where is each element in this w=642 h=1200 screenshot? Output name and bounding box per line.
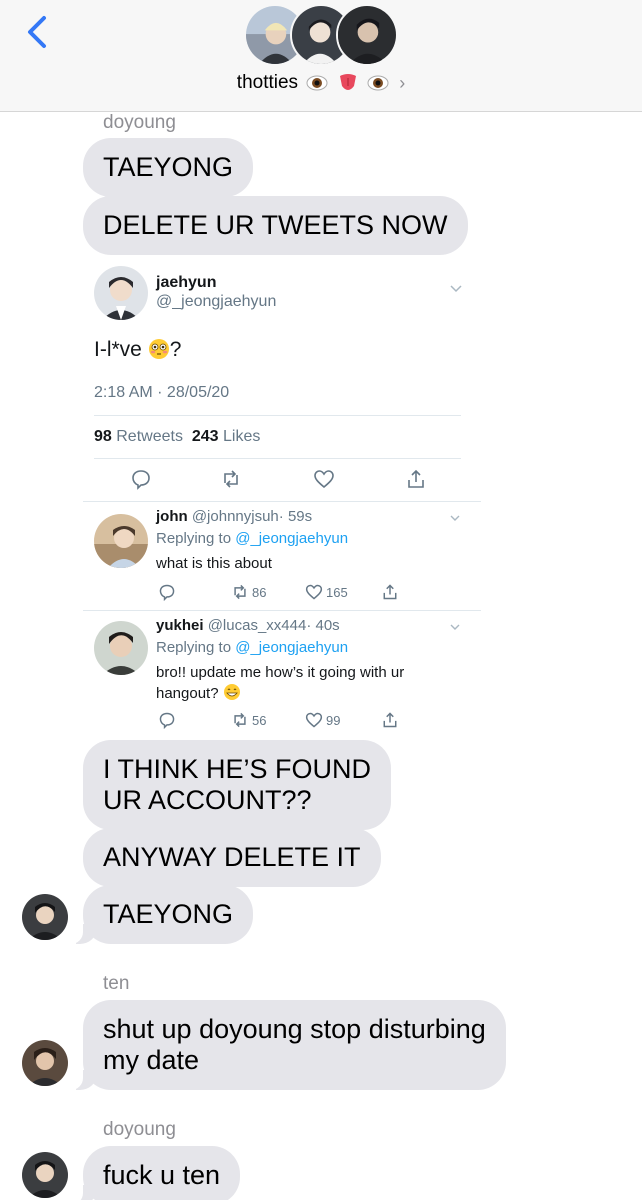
reply-avatar — [94, 514, 148, 568]
replying-to-line: Replying to @_jeongjaehyun — [156, 530, 349, 547]
retweet-icon[interactable] — [231, 711, 249, 729]
message-bubble[interactable]: TAEYONG — [83, 138, 254, 197]
flushed-face-icon — [148, 339, 169, 359]
tweet-reply: john @johnnyjsuh· 59s Replying to @_jeon… — [83, 502, 483, 610]
tweet-author-name: jaehyun — [156, 274, 217, 291]
sender-name: ten — [103, 973, 130, 994]
share-icon[interactable] — [381, 583, 399, 601]
reply-text: what is this about — [156, 555, 272, 572]
tweet-timestamp: 2:18 AM · 28/05/20 — [94, 384, 230, 401]
chevron-down-icon — [450, 624, 460, 630]
like-count: 99 — [326, 713, 341, 728]
reply-icon[interactable] — [130, 468, 152, 490]
message-bubble[interactable]: fuck u ten — [62, 1146, 241, 1200]
sender-name: doyoung — [103, 1119, 176, 1140]
sender-avatar[interactable] — [22, 1152, 68, 1198]
reply-avatar — [94, 621, 148, 675]
message-bubble[interactable]: TAEYONG — [62, 885, 254, 944]
message-bubble[interactable]: I THINK HE’S FOUND UR ACCOUNT?? — [83, 740, 392, 830]
sender-avatar[interactable] — [22, 1040, 68, 1086]
eye-icon — [367, 75, 389, 91]
tweet-author-avatar — [94, 266, 148, 320]
share-icon[interactable] — [381, 711, 399, 729]
like-heart-icon[interactable] — [305, 583, 323, 601]
share-icon[interactable] — [405, 468, 427, 490]
reply-icon[interactable] — [158, 583, 176, 601]
replying-to-line: Replying to @_jeongjaehyun — [156, 639, 349, 656]
chevron-down-icon — [450, 515, 460, 521]
group-avatars[interactable] — [244, 4, 400, 68]
chevron-right-icon: › — [399, 72, 406, 93]
tongue-icon — [339, 74, 356, 90]
reply-header: yukhei @lucas_xx444· 40s — [156, 617, 340, 634]
divider — [94, 415, 461, 416]
tweet-reply: yukhei @lucas_xx444· 40s Replying to @_j… — [83, 611, 483, 736]
chat-header: thotties › — [0, 0, 642, 112]
message-bubble[interactable]: shut up doyoung stop disturbing my date — [63, 1000, 506, 1090]
like-heart-icon[interactable] — [305, 711, 323, 729]
grinning-face-icon — [223, 684, 240, 700]
tweet-stats: 98 Retweets 243 Likes — [94, 428, 261, 445]
sender-name: doyoung — [103, 112, 176, 133]
retweet-count: 56 — [252, 713, 267, 728]
chat-title: thotties — [236, 72, 299, 93]
sender-avatar[interactable] — [22, 894, 68, 940]
retweet-count: 86 — [252, 585, 267, 600]
chat-title-row[interactable]: thotties › — [0, 72, 642, 94]
tweet-text: I-l*ve ? — [94, 338, 182, 361]
reply-icon[interactable] — [158, 711, 176, 729]
retweet-icon[interactable] — [220, 468, 242, 490]
reply-text: bro!! update me how’s it going with ur h… — [156, 664, 405, 702]
eye-icon — [306, 75, 328, 91]
like-count: 165 — [326, 585, 348, 600]
back-chevron-icon[interactable] — [20, 12, 56, 52]
reply-header: john @johnnyjsuh· 59s — [156, 508, 313, 525]
chevron-down-icon — [450, 285, 462, 293]
like-heart-icon[interactable] — [313, 468, 335, 490]
message-bubble[interactable]: ANYWAY DELETE IT — [83, 828, 381, 887]
tweet-screenshot: jaehyun @_jeongjaehyun I-l*ve ? 2:18 AM … — [83, 256, 483, 736]
group-member-avatar — [336, 4, 398, 66]
message-bubble[interactable]: DELETE UR TWEETS NOW — [83, 196, 468, 255]
tweet-author-handle: @_jeongjaehyun — [156, 293, 277, 310]
retweet-icon[interactable] — [231, 583, 249, 601]
divider — [94, 458, 461, 459]
